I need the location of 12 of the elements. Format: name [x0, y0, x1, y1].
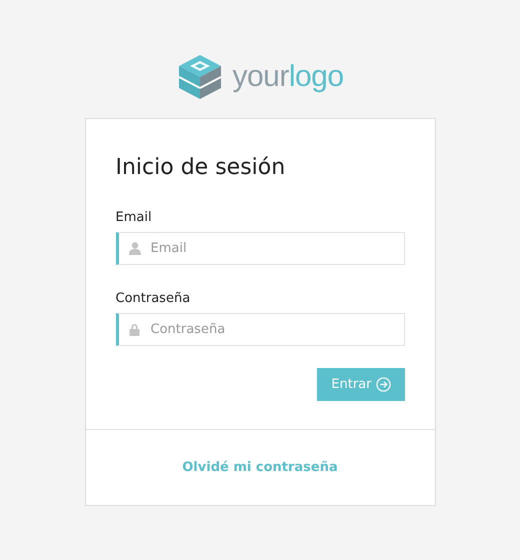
form-title: Inicio de sesión: [116, 155, 286, 180]
lock-icon: [128, 323, 140, 336]
field-label: Email: [116, 210, 152, 225]
input-field[interactable]: Email: [116, 232, 404, 265]
user-icon: [128, 242, 140, 255]
input-field[interactable]: Contraseña: [116, 313, 404, 346]
cube-logo-icon: [176, 53, 224, 101]
forgot-password-link[interactable]: Olvidé mi contraseña: [182, 460, 338, 475]
logo-text: yourlogo: [232, 60, 344, 94]
field-label: Contraseña: [116, 291, 190, 306]
arrow-circle-icon: [376, 377, 390, 392]
submit-button[interactable]: Entrar: [317, 368, 404, 401]
